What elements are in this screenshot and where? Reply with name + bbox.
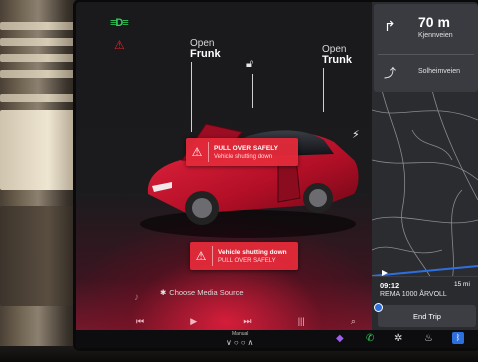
eta-time: 09:12 bbox=[380, 281, 400, 290]
open-trunk-button[interactable]: Open Trunk bbox=[322, 44, 352, 66]
alert-divider bbox=[212, 246, 213, 266]
choose-media-source-button[interactable]: ✱ Choose Media Source bbox=[160, 288, 244, 297]
vent-slat bbox=[0, 38, 80, 46]
lock-icon[interactable]: 🔓︎ bbox=[246, 58, 253, 71]
app-launcher-icon[interactable]: ◆ bbox=[336, 333, 344, 344]
map-view[interactable] bbox=[372, 90, 478, 280]
trip-summary: 09:12 15 mi REMA 1000 ÅRVOLL End Trip bbox=[372, 276, 478, 330]
alert-divider bbox=[208, 142, 209, 162]
bluetooth-icon: ✱ bbox=[160, 288, 167, 297]
location-dot-icon bbox=[374, 303, 383, 312]
defrost-icon[interactable]: ♨ bbox=[424, 333, 433, 344]
turn-by-turn-card[interactable]: ↱ 70 m Kjennveien ⤴ Solheimveien bbox=[374, 4, 478, 92]
vent-slat bbox=[0, 54, 80, 62]
next-turn-street: Kjennveien bbox=[418, 32, 453, 39]
window-glare bbox=[0, 110, 80, 190]
seatbelt-warning-icon: ⚠ bbox=[114, 38, 125, 52]
rear-rim bbox=[309, 189, 327, 207]
touchscreen: ≡D≡ ⚠ Open Frunk 🔓︎ Open Trunk ⚡︎ ⚠ PULL… bbox=[76, 2, 478, 348]
fork-icon: ⤴ bbox=[384, 66, 397, 80]
vent-slat bbox=[0, 70, 80, 78]
media-source-label: Choose Media Source bbox=[169, 288, 244, 297]
climate-mode-label: Manual bbox=[232, 331, 249, 337]
music-note-icon: ♪ bbox=[134, 292, 139, 303]
phone-icon[interactable]: ✆ bbox=[366, 333, 374, 344]
car-illustration bbox=[140, 123, 359, 238]
vent-slat bbox=[0, 22, 80, 30]
nav-divider bbox=[378, 54, 474, 55]
dashboard-trim bbox=[0, 346, 478, 362]
fan-icon[interactable]: ✲ bbox=[394, 333, 402, 344]
destination-name: REMA 1000 ÅRVOLL bbox=[380, 291, 447, 298]
remaining-distance: 15 mi bbox=[454, 281, 470, 288]
alert-title: Vehicle shutting down bbox=[218, 248, 287, 256]
dashboard-panel bbox=[0, 206, 80, 306]
headlight-icon: ≡D≡ bbox=[110, 17, 129, 29]
following-street: Solheimveien bbox=[418, 68, 461, 75]
bottom-bar: Manual ∨○○∧ ◆ ✆ ✲ ♨ ᛒ bbox=[76, 330, 478, 348]
frunk-label-bottom: Frunk bbox=[190, 48, 221, 60]
navigation-panel: ↱ 70 m Kjennveien ⤴ Solheimveien 09:12 1… bbox=[372, 2, 478, 348]
alert-title: PULL OVER SAFELY bbox=[214, 144, 278, 152]
shutdown-alert[interactable]: ⚠ Vehicle shutting down PULL OVER SAFELY bbox=[190, 242, 298, 270]
pull-over-alert[interactable]: ⚠ PULL OVER SAFELY Vehicle shutting down bbox=[186, 138, 298, 166]
next-turn-distance: 70 m bbox=[418, 14, 450, 30]
car-shadow bbox=[140, 210, 356, 238]
bluetooth-icon[interactable]: ᛒ bbox=[452, 332, 464, 344]
warning-icon: ⚠ bbox=[195, 249, 207, 263]
end-trip-button[interactable]: End Trip bbox=[378, 305, 476, 327]
alert-subtitle: Vehicle shutting down bbox=[214, 153, 273, 160]
temperature-control[interactable]: ∨○○∧ bbox=[226, 338, 255, 347]
alert-subtitle: PULL OVER SAFELY bbox=[218, 257, 276, 264]
open-frunk-button[interactable]: Open Frunk bbox=[190, 38, 221, 60]
trunk-label-bottom: Trunk bbox=[322, 54, 352, 66]
vehicle-panel: ≡D≡ ⚠ Open Frunk 🔓︎ Open Trunk ⚡︎ ⚠ PULL… bbox=[76, 2, 372, 348]
vent-slat bbox=[0, 94, 80, 102]
warning-icon: ⚠ bbox=[191, 145, 203, 159]
turn-right-icon: ↱ bbox=[384, 18, 396, 34]
front-rim bbox=[192, 198, 212, 218]
